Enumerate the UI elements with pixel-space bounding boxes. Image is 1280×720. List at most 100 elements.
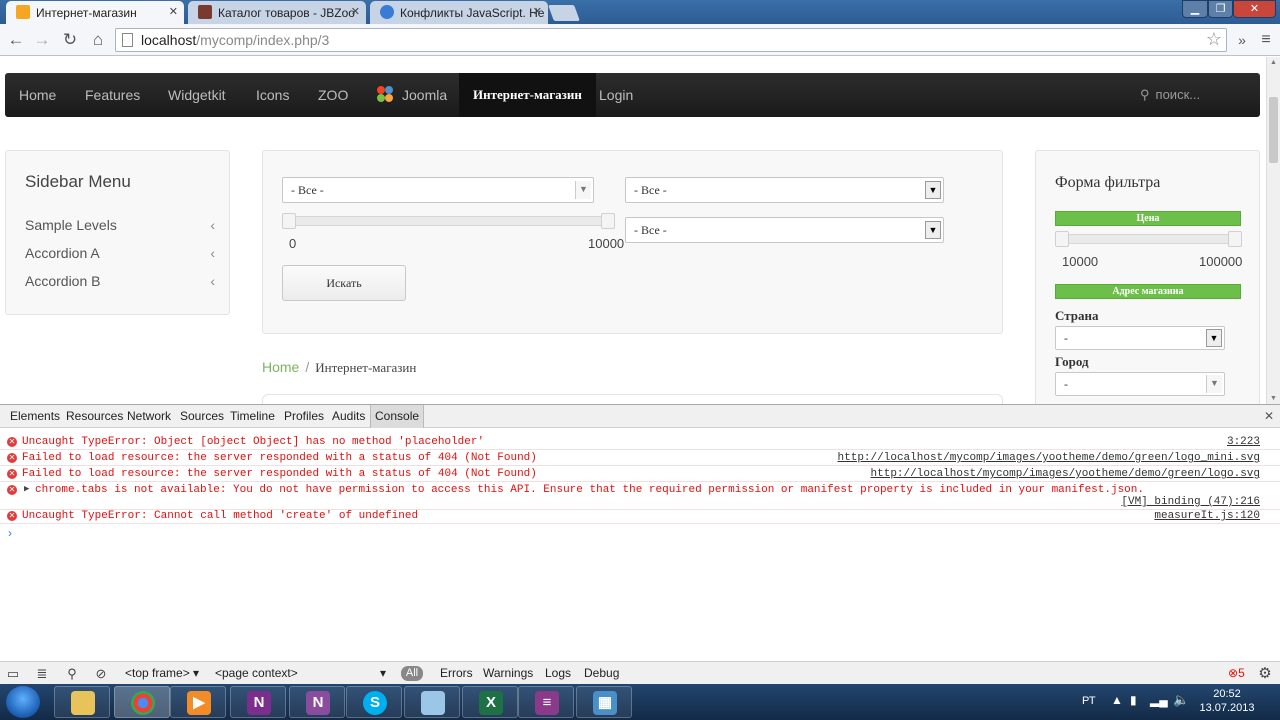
console-prompt[interactable]: › — [8, 526, 12, 540]
filter-select-2[interactable]: - Все - ▼ — [625, 177, 944, 203]
skype-taskbar-button[interactable]: S — [346, 686, 402, 718]
tab-title: Конфликты JavaScript. Не — [400, 6, 545, 20]
show-drawer-icon[interactable]: ≣ — [34, 666, 50, 682]
error-count-badge[interactable]: ⊗5 — [1228, 666, 1245, 680]
message-source-link[interactable]: http://localhost/mycomp/images/yootheme/… — [838, 452, 1260, 464]
price-handle-min[interactable] — [1055, 231, 1069, 247]
forward-arrow-icon[interactable]: → — [32, 30, 52, 50]
scroll-up-icon[interactable]: ▲ — [1270, 59, 1277, 66]
nav-login[interactable]: Login — [599, 73, 633, 117]
filter-select-3[interactable]: - Все - ▼ — [625, 217, 944, 243]
onenote-clip-taskbar-button[interactable]: N — [289, 686, 345, 718]
reload-icon[interactable]: ↻ — [60, 30, 80, 50]
message-source-link[interactable]: [VM] binding (47):216 — [1121, 496, 1260, 508]
signal-icon[interactable]: ▂▄ — [1150, 693, 1168, 707]
message-source-link[interactable]: measureIt.js:120 — [1154, 510, 1260, 522]
search-icon[interactable]: ⚲ — [64, 666, 80, 682]
context-select[interactable]: <page context> — [215, 666, 298, 680]
filter-select-1[interactable]: - Все - ▼ — [282, 177, 594, 203]
nav-widgetkit[interactable]: Widgetkit — [168, 73, 226, 117]
dock-icon[interactable]: ▭ — [5, 666, 21, 682]
bookmark-star-icon[interactable]: ☆ — [1206, 29, 1222, 50]
price-handle-max[interactable] — [1228, 231, 1242, 247]
tab-audits[interactable]: Audits — [332, 405, 365, 428]
message-source-link[interactable]: http://localhost/mycomp/images/yootheme/… — [871, 468, 1260, 480]
menu-icon[interactable]: ≡ — [1256, 30, 1276, 50]
search-button[interactable]: Искать — [282, 265, 406, 301]
tab-profiles[interactable]: Profiles — [284, 405, 324, 428]
extensions-chevron-icon[interactable]: » — [1232, 30, 1252, 50]
address-bar[interactable]: localhost/mycomp/index.php/3 ☆ — [115, 28, 1227, 52]
clear-console-icon[interactable]: ⊘ — [93, 666, 109, 682]
chevron-left-icon: ‹ — [210, 273, 215, 289]
city-select[interactable]: - ▼ — [1055, 372, 1225, 396]
browser-tab-conflicts[interactable]: Конфликты JavaScript. Не ✕ — [370, 1, 548, 24]
sidebar-item-sample-levels[interactable]: Sample Levels ‹ — [25, 217, 215, 233]
filter-errors[interactable]: Errors — [440, 666, 473, 680]
new-tab-button[interactable] — [548, 5, 580, 21]
nav-icons[interactable]: Icons — [256, 73, 289, 117]
tab-console[interactable]: Console — [370, 405, 425, 428]
back-arrow-icon[interactable]: ← — [6, 30, 26, 50]
browser-tab-catalog[interactable]: Каталог товаров - JBZoo ✕ — [188, 1, 366, 24]
nav-joomla[interactable]: Joomla — [376, 73, 447, 117]
browser-tab-store[interactable]: Интернет-магазин ✕ — [6, 1, 184, 24]
onenote-icon: N — [247, 691, 271, 715]
clock[interactable]: 20:52 13.07.2013 — [1196, 687, 1258, 715]
nav-search[interactable]: ⚲ поиск... — [1140, 73, 1200, 117]
home-icon[interactable]: ⌂ — [88, 30, 108, 50]
filter-debug[interactable]: Debug — [584, 666, 619, 680]
filter-all[interactable]: All — [401, 666, 423, 681]
close-tab-icon[interactable]: ✕ — [533, 5, 542, 18]
expand-triangle-icon[interactable]: ▶ — [24, 484, 29, 494]
show-hidden-icons-icon[interactable]: ▲ — [1111, 693, 1123, 707]
tab-elements[interactable]: Elements — [10, 405, 60, 428]
message-source-link[interactable]: 3:223 — [1227, 436, 1260, 448]
filter-logs[interactable]: Logs — [545, 666, 571, 680]
media-taskbar-button[interactable]: ▶ — [170, 686, 226, 718]
notepad-taskbar-button[interactable] — [404, 686, 460, 718]
network-taskbar-button[interactable]: ▦ — [576, 686, 632, 718]
maximize-button[interactable]: ❐ — [1208, 0, 1233, 18]
window-close-button[interactable]: ✕ — [1233, 0, 1276, 18]
nav-zoo[interactable]: ZOO — [318, 73, 348, 117]
close-tab-icon[interactable]: ✕ — [351, 5, 360, 18]
price-slider[interactable] — [1055, 231, 1242, 247]
page-scrollbar[interactable]: ▲ ▼ — [1266, 57, 1280, 404]
excel-taskbar-button[interactable]: X — [462, 686, 518, 718]
language-indicator[interactable]: РТ — [1082, 695, 1096, 707]
range-min-value: 0 — [289, 236, 297, 251]
tab-resources[interactable]: Resources — [66, 405, 123, 428]
tab-sources[interactable]: Sources — [180, 405, 224, 428]
minimize-button[interactable]: ▁ — [1182, 0, 1208, 18]
battery-icon[interactable]: ▮ — [1130, 693, 1137, 707]
nav-home[interactable]: Home — [19, 73, 56, 117]
tab-network[interactable]: Network — [127, 405, 171, 428]
country-select[interactable]: - ▼ — [1055, 326, 1225, 350]
context-dropdown-icon[interactable]: ▾ — [380, 666, 386, 680]
devtools-close-icon[interactable]: ✕ — [1264, 409, 1274, 423]
error-icon: ✕ — [7, 511, 17, 521]
range-slider[interactable] — [282, 213, 615, 229]
settings-gear-icon[interactable]: ⚙ — [1257, 666, 1273, 682]
onenote-taskbar-button[interactable]: N — [230, 686, 286, 718]
filter-warnings[interactable]: Warnings — [483, 666, 533, 680]
chrome-taskbar-button[interactable] — [114, 686, 170, 718]
explorer-taskbar-button[interactable] — [54, 686, 110, 718]
volume-icon[interactable]: 🔈 — [1173, 692, 1189, 708]
sidebar-item-accordion-b[interactable]: Accordion B ‹ — [25, 273, 215, 289]
scrollbar-thumb[interactable] — [1269, 97, 1278, 163]
nav-features[interactable]: Features — [85, 73, 140, 117]
close-tab-icon[interactable]: ✕ — [169, 5, 178, 18]
sidebar-item-accordion-a[interactable]: Accordion A ‹ — [25, 245, 215, 261]
breadcrumb-home[interactable]: Home — [262, 359, 299, 375]
slider-handle-max[interactable] — [601, 213, 615, 229]
nav-store[interactable]: Интернет-магазин — [459, 73, 596, 117]
joomla-icon — [377, 86, 393, 103]
frame-select[interactable]: <top frame> ▾ — [125, 666, 199, 680]
tab-timeline[interactable]: Timeline — [230, 405, 275, 428]
winrar-taskbar-button[interactable]: ≡ — [518, 686, 574, 718]
slider-handle-min[interactable] — [282, 213, 296, 229]
start-button[interactable] — [6, 686, 40, 718]
scroll-down-icon[interactable]: ▼ — [1270, 395, 1277, 402]
